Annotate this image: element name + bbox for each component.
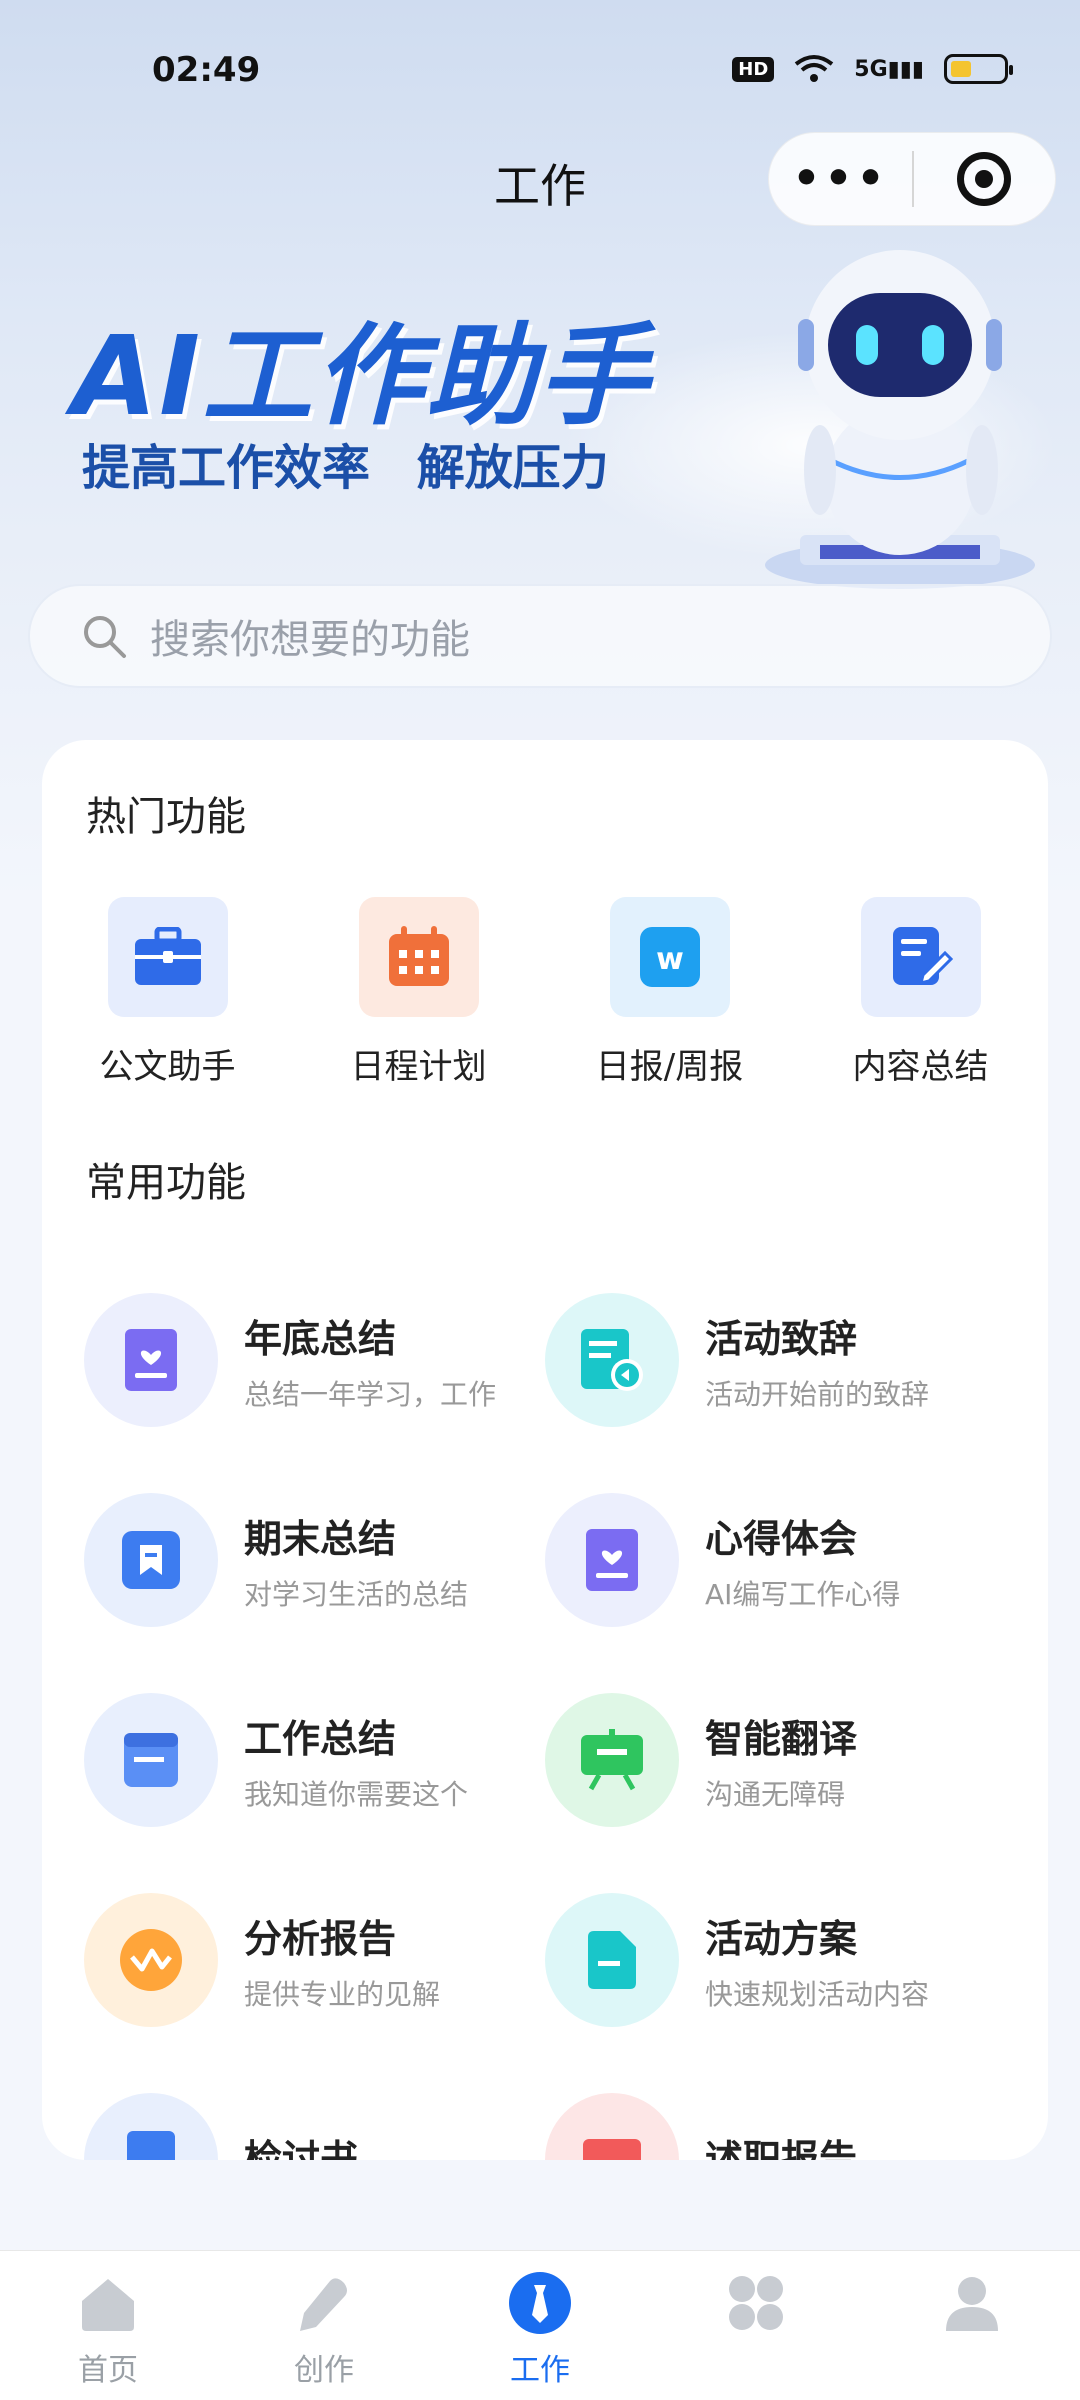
item-name: 述职报告 xyxy=(705,2136,858,2161)
bottom-tab-bar: 首页 创作 工作 xyxy=(0,2250,1080,2400)
home-icon xyxy=(76,2271,140,2335)
item-name: 检讨书 xyxy=(244,2136,359,2161)
hero-title: AI工作助手 xyxy=(72,312,651,440)
status-time: 02:49 xyxy=(152,50,261,90)
tie-icon xyxy=(508,2271,572,2335)
tab-profile[interactable] xyxy=(864,2251,1080,2400)
common-item-qimo[interactable]: 期末总结 对学习生活的总结 xyxy=(84,1460,545,1660)
analytics-icon xyxy=(84,1893,218,2027)
search-bar[interactable]: 搜索你想要的功能 xyxy=(28,584,1052,688)
cellular-signal-icon: 5G▮▮▮ xyxy=(854,56,924,82)
more-menu-button[interactable]: ••• xyxy=(769,139,912,219)
item-desc: 我知道你需要这个 xyxy=(244,1777,469,1811)
status-bar: 02:49 HD 5G▮▮▮ xyxy=(0,0,1080,140)
item-name: 活动致辞 xyxy=(705,1316,858,1361)
common-features-list: 年底总结 总结一年学习，工作 活动致辞 活动开始前的致辞 期末总结 对学习生活的… xyxy=(84,1260,1006,2160)
hot-item-ribao[interactable]: w 日报/周报 xyxy=(544,897,795,1088)
hero-subtitle: 提高工作效率 解放压力 xyxy=(82,440,609,496)
item-name: 智能翻译 xyxy=(705,1716,858,1761)
common-item-shuzhi[interactable]: 述职报告 xyxy=(545,2060,1006,2160)
item-name: 工作总结 xyxy=(244,1716,397,1761)
item-name: 期末总结 xyxy=(244,1516,397,1561)
status-icons: HD 5G▮▮▮ xyxy=(732,54,1013,84)
common-item-huodongzhici[interactable]: 活动致辞 活动开始前的致辞 xyxy=(545,1260,1006,1460)
doc-icon xyxy=(84,2093,218,2160)
item-desc: AI编写工作心得 xyxy=(705,1577,901,1611)
common-item-gongzuo[interactable]: 工作总结 我知道你需要这个 xyxy=(84,1660,545,1860)
common-item-jiantao[interactable]: 检讨书 xyxy=(84,2060,545,2160)
miniprogram-capsule: ••• xyxy=(768,132,1056,226)
profile-icon xyxy=(940,2271,1004,2335)
item-desc: 对学习生活的总结 xyxy=(244,1577,469,1611)
target-icon xyxy=(957,152,1012,206)
hot-item-label: 日程计划 xyxy=(350,1047,487,1087)
edit-note-icon xyxy=(860,897,981,1017)
hd-badge: HD xyxy=(732,56,775,82)
item-desc: 提供专业的见解 xyxy=(244,1977,441,2011)
common-item-fenxi[interactable]: 分析报告 提供专业的见解 xyxy=(84,1860,545,2060)
hot-item-gongwen[interactable]: 公文助手 xyxy=(42,897,293,1088)
speech-doc-icon xyxy=(545,1293,679,1427)
calendar-icon xyxy=(358,897,479,1017)
file-icon xyxy=(545,1893,679,2027)
tab-label: 创作 xyxy=(294,2353,354,2388)
item-name: 心得体会 xyxy=(705,1516,858,1561)
hot-item-label: 公文助手 xyxy=(99,1047,236,1087)
presentation-icon xyxy=(545,1693,679,1827)
item-name: 活动方案 xyxy=(705,1916,858,1961)
close-miniprogram-button[interactable] xyxy=(914,152,1055,206)
hot-features-grid: 公文助手 日程计划 w 日报/周报 内容总结 xyxy=(42,897,1048,1088)
wifi-icon xyxy=(795,55,834,82)
svg-text:w: w xyxy=(656,942,684,977)
common-item-fangan[interactable]: 活动方案 快速规划活动内容 xyxy=(545,1860,1006,2060)
hot-item-richeng[interactable]: 日程计划 xyxy=(293,897,544,1088)
tab-apps[interactable] xyxy=(648,2251,864,2400)
features-card: 热门功能 公文助手 日程计划 w 日报/周报 内容总结 常用功能 年底总结 总结… xyxy=(42,740,1048,2160)
item-desc: 沟通无障碍 xyxy=(705,1777,846,1811)
item-desc: 快速规划活动内容 xyxy=(705,1977,930,2011)
common-section-title: 常用功能 xyxy=(86,1160,246,1206)
heart-doc-icon xyxy=(84,1293,218,1427)
robot-illustration xyxy=(765,250,1035,589)
battery-icon xyxy=(944,54,1013,84)
word-doc-icon: w xyxy=(609,897,730,1017)
hot-section-title: 热门功能 xyxy=(86,794,246,840)
tab-label: 工作 xyxy=(510,2353,570,2388)
pen-icon xyxy=(292,2271,356,2335)
item-name: 分析报告 xyxy=(244,1916,397,1961)
bookmark-icon xyxy=(84,1493,218,1627)
hot-item-label: 日报/周报 xyxy=(595,1047,744,1087)
tab-home[interactable]: 首页 xyxy=(0,2251,216,2400)
document-icon xyxy=(84,1693,218,1827)
briefcase-icon xyxy=(107,897,228,1017)
hot-item-neirong[interactable]: 内容总结 xyxy=(795,897,1046,1088)
tab-label: 首页 xyxy=(78,2353,138,2388)
common-item-niandi[interactable]: 年底总结 总结一年学习，工作 xyxy=(84,1260,545,1460)
tab-create[interactable]: 创作 xyxy=(216,2251,432,2400)
common-item-fanyi[interactable]: 智能翻译 沟通无障碍 xyxy=(545,1660,1006,1860)
common-item-xinde[interactable]: 心得体会 AI编写工作心得 xyxy=(545,1460,1006,1660)
hot-item-label: 内容总结 xyxy=(852,1047,989,1087)
tab-work[interactable]: 工作 xyxy=(432,2251,648,2400)
heart-doc-icon xyxy=(545,1493,679,1627)
report-icon xyxy=(545,2093,679,2160)
item-name: 年底总结 xyxy=(244,1316,397,1361)
item-desc: 活动开始前的致辞 xyxy=(705,1377,930,1411)
item-desc: 总结一年学习，工作 xyxy=(244,1377,497,1411)
search-placeholder: 搜索你想要的功能 xyxy=(150,617,470,663)
apps-icon xyxy=(724,2271,788,2335)
search-icon xyxy=(84,616,126,658)
